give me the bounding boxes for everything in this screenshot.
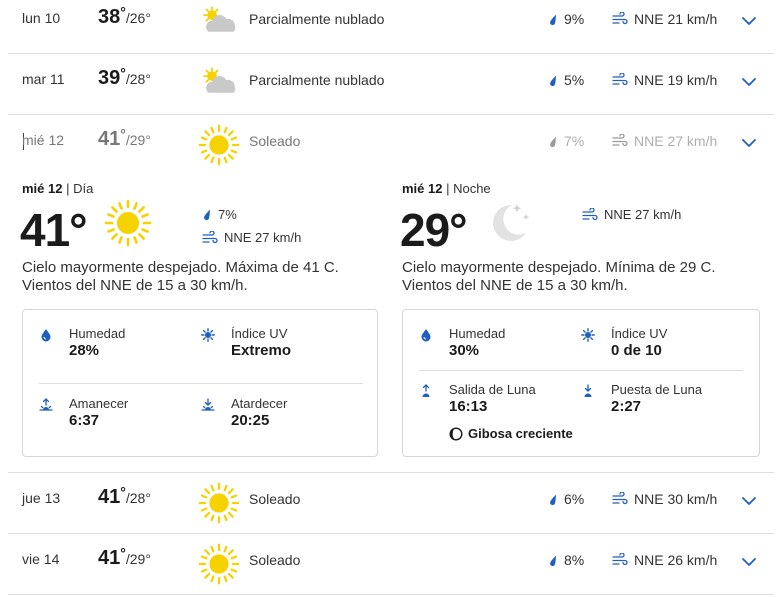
sun-icon [198,124,240,166]
forecast-row[interactable]: vie 14 41°/29° Soleado 8% NNE 26 km/h [8,535,774,595]
uv-sun-icon [581,328,595,342]
row-high-temp: 38°/26° [98,4,151,28]
expand-chevron-button[interactable] [736,8,762,34]
day-wind: NNE 27 km/h [202,230,301,245]
row-precip: 8% [548,552,584,568]
humidity-drop-icon [41,329,51,342]
forecast-row[interactable]: lun 10 38°/26° Parcialmente nublado 9% N… [8,0,774,54]
row-precip: 7% [548,133,584,149]
uv-sun-icon [201,328,215,342]
wind-icon [612,73,628,87]
chevron-down-icon [742,78,756,86]
moonset-value: 2:27 [611,398,642,415]
moon-phase: Gibosa creciente [449,426,573,441]
humidity-value: 28% [69,342,100,359]
chevron-down-icon [742,139,756,147]
expand-chevron-button[interactable] [736,549,762,575]
row-condition: Soleado [249,133,301,149]
raindrop-icon [202,208,212,221]
raindrop-icon [548,554,558,567]
night-temperature: 29° [400,204,468,256]
row-condition: Soleado [249,552,301,568]
day-details-card: Humedad 28% Índice UV Extremo Amanecer 6… [22,309,378,457]
sunset-icon [201,398,215,411]
day-precip: 7% [202,207,237,222]
row-precip: 9% [548,11,584,27]
expand-chevron-button[interactable] [736,488,762,514]
sun-icon [104,199,152,247]
chevron-down-icon [742,17,756,25]
raindrop-icon [548,74,558,87]
raindrop-icon [548,135,558,148]
night-wind: NNE 27 km/h [582,207,681,222]
row-date: vie 14 [22,551,60,567]
sunset-value: 20:25 [231,412,270,429]
wind-icon [612,12,628,26]
row-date: mié 12 [22,132,65,148]
row-high-temp: 41°/29° [98,545,151,569]
wind-icon [202,231,218,245]
uv-value: Extremo [231,342,292,359]
row-condition: Parcialmente nublado [249,11,385,27]
night-section: mié 12 | Noche 29° NNE 27 km/h Cielo may… [388,177,760,467]
row-high-temp: 39°/28° [98,65,151,89]
moonrise-icon [422,384,430,397]
row-wind: NNE 26 km/h [612,552,717,568]
collapse-chevron-button[interactable] [736,130,762,156]
row-precip: 5% [548,72,584,88]
card-divider [39,383,363,384]
wind-icon [612,492,628,506]
sun-icon [198,543,240,585]
moon-icon [493,204,530,241]
sun-icon [198,482,240,524]
sunrise-value: 6:37 [69,412,100,429]
humidity-drop-icon [421,329,431,342]
day-temperature: 41° [20,204,88,256]
day-description: Cielo mayormente despejado. Máxima de 41… [22,259,339,294]
night-description: Cielo mayormente despejado. Mínima de 29… [402,259,716,294]
uv-value: 0 de 10 [611,342,662,359]
row-date: lun 10 [22,10,61,26]
forecast-row[interactable]: mar 11 39°/28° Parcialmente nublado 5% N… [8,55,774,115]
sunrise-icon [39,398,53,411]
row-wind: NNE 19 km/h [612,72,717,88]
day-detail-panel: mié 12 | Día 41° 7% NNE 27 km/h Cielo ma… [8,177,774,473]
wind-icon [612,553,628,567]
forecast-row[interactable]: jue 13 41°/28° Soleado 6% NNE 30 km/h [8,474,774,534]
partly-cloudy-icon [198,2,240,44]
row-high-temp: 41°/28° [98,484,151,508]
partly-cloudy-icon [198,63,240,105]
moon-phase-icon [449,426,463,441]
row-condition: Soleado [249,491,301,507]
wind-icon [582,208,598,222]
wind-icon [612,134,628,148]
chevron-down-icon [742,497,756,505]
row-high-temp: 41°/29° [98,126,151,150]
card-divider [419,370,743,371]
day-section-header: mié 12 | Día [22,181,94,196]
row-date: mar 11 [22,71,65,87]
humidity-value: 30% [449,342,480,359]
night-details-card: Humedad 30% Índice UV 0 de 10 Salida de … [402,309,760,457]
raindrop-icon [548,13,558,26]
night-section-header: mié 12 | Noche [402,181,491,196]
row-precip: 6% [548,491,584,507]
day-section: mié 12 | Día 41° 7% NNE 27 km/h Cielo ma… [8,177,378,467]
row-date: jue 13 [22,490,61,506]
row-wind: NNE 21 km/h [612,11,717,27]
row-wind: NNE 27 km/h [612,133,717,149]
raindrop-icon [548,493,558,506]
expand-chevron-button[interactable] [736,69,762,95]
row-wind: NNE 30 km/h [612,491,717,507]
forecast-row-expanded[interactable]: mié 12 41°/29° Soleado 7% NNE 27 km/h [8,116,774,176]
chevron-down-icon [742,558,756,566]
moonrise-value: 16:13 [449,398,488,415]
row-condition: Parcialmente nublado [249,72,385,88]
moonset-icon [584,384,592,397]
